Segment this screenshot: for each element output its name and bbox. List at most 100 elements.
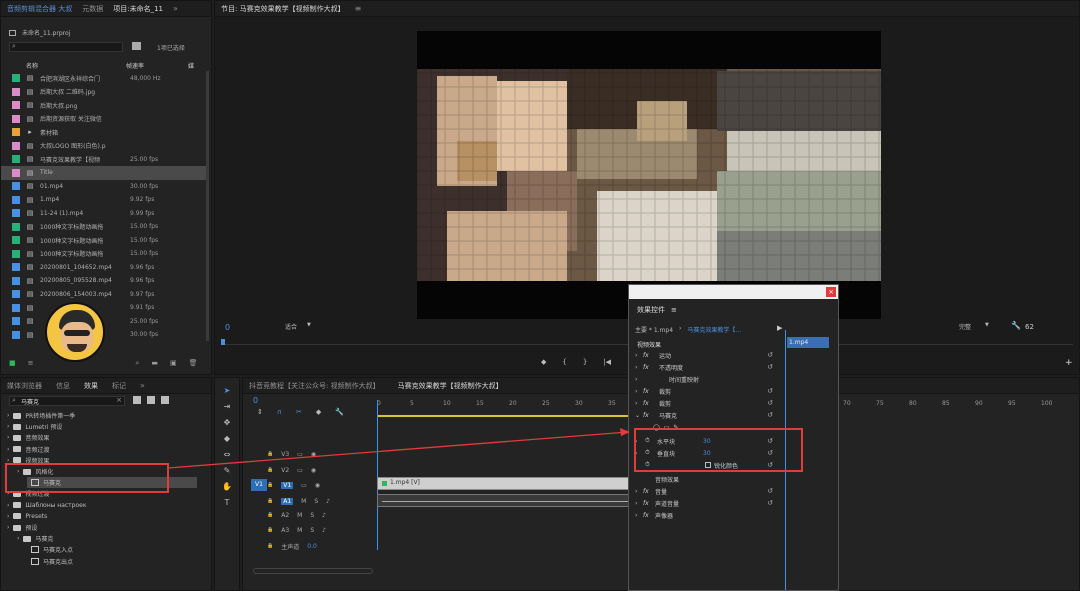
settings-wrench-icon[interactable]: 🔧	[335, 408, 344, 416]
razor-tool-icon[interactable]: ◆	[224, 434, 230, 443]
chevron-icon[interactable]: ›	[635, 364, 643, 371]
sequence-clip[interactable]: 马赛克效果教学【...	[687, 325, 741, 334]
list-item[interactable]: ▤ 后期大叔.png	[1, 98, 206, 112]
chevron-icon[interactable]: ›	[635, 388, 643, 395]
close-icon[interactable]: ×	[826, 287, 836, 297]
tab-audio-mixer[interactable]: 音频剪辑混合器 大叔	[7, 4, 72, 14]
lock-icon[interactable]: 🔒	[267, 451, 273, 457]
list-item[interactable]: ▤ Title	[1, 165, 206, 180]
timeline-hscroll[interactable]	[253, 568, 373, 574]
freeform-icon[interactable]: ⌕	[136, 359, 140, 368]
chevron-icon[interactable]: ›	[635, 400, 643, 407]
clear-search-icon[interactable]: ×	[116, 396, 122, 404]
fit-dropdown[interactable]: 适合 ▼	[285, 322, 311, 331]
mark-out-icon[interactable]: }	[583, 358, 587, 366]
effect-row[interactable]: › fx 裁剪 ↺	[635, 385, 777, 397]
track-name[interactable]: 主声道	[281, 542, 299, 551]
trash-icon[interactable]: 🗑	[189, 359, 198, 368]
tree-item[interactable]: › Lumetri 预设	[7, 421, 62, 432]
master-value[interactable]: 0.0	[307, 543, 317, 550]
program-title[interactable]: 节目: 马赛克效果教学【视频制作大叔】	[221, 4, 345, 14]
tree-item[interactable]: › 预设	[7, 522, 37, 533]
yuv-icon[interactable]	[161, 396, 169, 404]
fx-badge-icon[interactable]: fx	[643, 388, 655, 395]
mute-button[interactable]: M	[301, 498, 306, 505]
list-item[interactable]: ▤ 1000种文字标题动画拖 15.00 fps	[1, 233, 206, 247]
add-button-icon[interactable]: +	[1065, 358, 1073, 368]
tree-item[interactable]: › Presets	[7, 511, 47, 522]
track-name[interactable]: V2	[281, 467, 289, 474]
col-extra[interactable]: 媒	[188, 61, 194, 70]
ripple-edit-icon[interactable]: ✥	[224, 418, 231, 427]
chevron-icon[interactable]: ›	[635, 488, 643, 495]
tab-markers[interactable]: 标记	[112, 381, 126, 391]
list-item[interactable]: ▤ 马赛克效果教学【视频 25.00 fps	[1, 152, 206, 166]
mute-button[interactable]: M	[297, 512, 302, 519]
chevron-icon[interactable]: ›	[7, 446, 9, 453]
master-clip[interactable]: 主要 * 1.mp4	[635, 325, 673, 334]
lock-icon[interactable]: 🔒	[267, 527, 273, 533]
new-item-icon[interactable]: ▣	[170, 359, 177, 368]
audio-clip[interactable]	[377, 494, 637, 507]
chevron-icon[interactable]: ›	[7, 524, 9, 531]
track-name[interactable]: A2	[281, 512, 289, 519]
lock-icon[interactable]: ■	[9, 359, 16, 368]
mic-icon[interactable]: ♪	[322, 527, 326, 534]
fx-badge-icon[interactable]: fx	[643, 412, 655, 419]
eye-icon[interactable]: ◉	[315, 482, 320, 489]
chevron-icon[interactable]: ›	[7, 502, 9, 509]
reset-icon[interactable]: ↺	[767, 411, 773, 419]
chevron-icon[interactable]: ›	[7, 434, 9, 441]
linked-selection-icon[interactable]: ✂	[296, 408, 302, 416]
v1-source-patch[interactable]: V1	[251, 479, 267, 491]
fx-badge-icon[interactable]: fx	[643, 500, 655, 507]
reset-icon[interactable]: ↺	[767, 487, 773, 495]
chevron-icon[interactable]: ›	[635, 352, 643, 359]
selection-tool-icon[interactable]: ➤	[224, 386, 231, 395]
panel-menu-icon[interactable]: ≡	[671, 306, 677, 314]
chevron-icon[interactable]: ⌄	[635, 412, 643, 419]
tree-item[interactable]: › 马赛克	[17, 533, 53, 544]
video-clip[interactable]: 1.mp4 [V]	[377, 477, 637, 490]
lock-icon[interactable]: 🔒	[267, 498, 273, 504]
list-item[interactable]: ▤ 大叔LOGO 图形(白色).p	[1, 139, 206, 153]
list-item[interactable]: ▤ 20200805_095528.mp4 9.96 fps	[1, 274, 206, 288]
eye-icon[interactable]: ◉	[311, 467, 316, 474]
chevron-icon[interactable]: ›	[635, 376, 643, 383]
audio-effect-row[interactable]: › fx 音量 ↺	[635, 485, 777, 497]
film-icon[interactable]: ▭	[297, 467, 303, 474]
pen-tool-icon[interactable]: ✎	[224, 466, 231, 475]
reset-icon[interactable]: ↺	[767, 499, 773, 507]
work-area-bar[interactable]	[377, 415, 637, 417]
effect-row[interactable]: › fx 不透明度 ↺	[635, 361, 777, 373]
chevron-icon[interactable]: ›	[635, 512, 643, 519]
play-only-audio-icon[interactable]: ▶	[777, 324, 782, 332]
reset-icon[interactable]: ↺	[767, 363, 773, 371]
tree-item[interactable]: › 音频效果	[7, 432, 49, 443]
film-icon[interactable]: ▭	[301, 482, 307, 489]
list-item[interactable]: ▤ 11-24 (1).mp4 9.99 fps	[1, 206, 206, 220]
list-item[interactable]: ▤ 1000种文字标题动画拖 15.00 fps	[1, 247, 206, 261]
lock-icon[interactable]: 🔒	[267, 467, 273, 473]
tab-overflow-icon[interactable]: »	[173, 4, 178, 13]
audio-effect-row[interactable]: › fx 声道音量 ↺	[635, 497, 777, 509]
slip-tool-icon[interactable]: ⇔	[224, 450, 231, 459]
mic-icon[interactable]: ♪	[326, 498, 330, 505]
program-menu-icon[interactable]: ≡	[355, 4, 362, 13]
snap-icon[interactable]: ∩	[277, 408, 282, 416]
effect-row[interactable]: › fx 运动 ↺	[635, 349, 777, 361]
32bit-icon[interactable]	[147, 396, 155, 404]
accelerated-icon[interactable]	[133, 396, 141, 404]
chevron-icon[interactable]: ›	[7, 423, 9, 430]
add-marker-icon[interactable]: ◆	[541, 358, 546, 366]
fx-badge-icon[interactable]: fx	[643, 364, 655, 371]
solo-button[interactable]: S	[310, 512, 314, 519]
fx-badge-icon[interactable]: fx	[643, 352, 655, 359]
track-name[interactable]: A3	[281, 527, 289, 534]
col-rate[interactable]: 帧速率	[126, 61, 188, 70]
list-view-icon[interactable]: ≡	[28, 359, 34, 368]
list-item[interactable]: ▤ 1.mp4 9.92 fps	[1, 193, 206, 207]
type-tool-icon[interactable]: T	[225, 498, 230, 507]
mark-in-icon[interactable]: {	[562, 358, 566, 366]
effect-row[interactable]: › 时间重映射	[635, 373, 777, 385]
